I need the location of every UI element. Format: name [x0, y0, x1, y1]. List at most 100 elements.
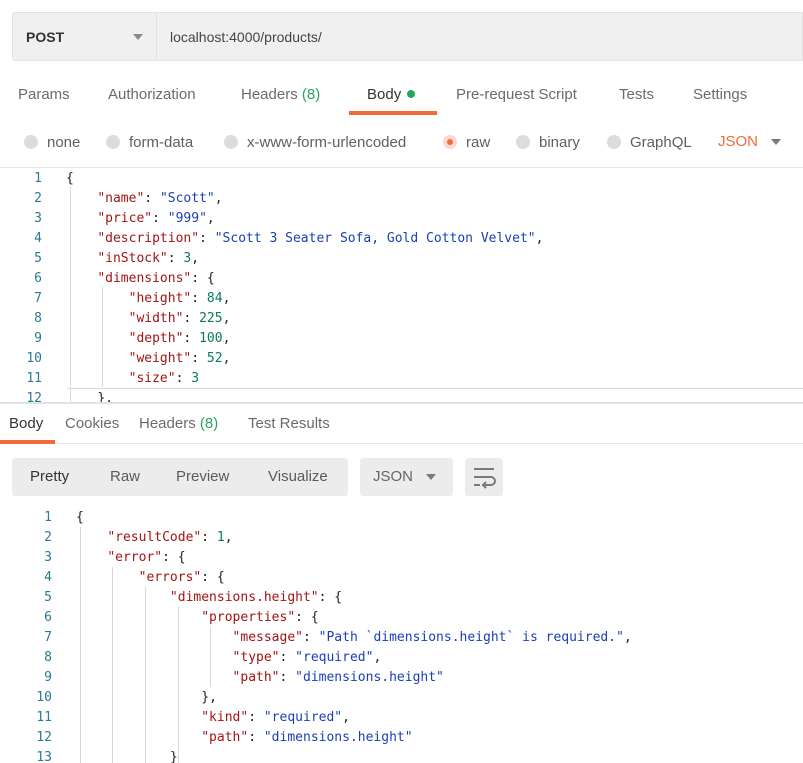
tab-authorization[interactable]: Authorization [108, 76, 196, 116]
wrap-lines-icon [474, 468, 496, 489]
wrap-lines-button[interactable] [465, 458, 503, 496]
code-text: "error": { [107, 550, 186, 565]
line-number: 1 [44, 510, 52, 525]
line-number: 8 [34, 311, 42, 326]
radio-x-www-form-urlencoded[interactable]: x-www-form-urlencoded [224, 126, 406, 158]
tab-label: Cookies [65, 415, 120, 432]
radio-raw[interactable]: raw [443, 126, 490, 158]
line-number: 1 [34, 171, 42, 186]
code-text: "height": 84, [128, 291, 231, 306]
view-pretty-button[interactable]: Pretty [30, 458, 69, 496]
active-response-tab-indicator [0, 440, 55, 444]
line-number: 6 [34, 271, 42, 286]
view-visualize-button[interactable]: Visualize [268, 458, 328, 496]
view-preview-button[interactable]: Preview [176, 458, 229, 496]
tab-tests[interactable]: Tests [619, 76, 654, 116]
radio-none[interactable]: none [24, 126, 80, 158]
code-line: 5 "inStock": 3, [0, 249, 803, 269]
radio-circle-icon [516, 135, 530, 149]
code-text: "name": "Scott", [97, 191, 223, 206]
tab-label: Pre-request Script [456, 86, 577, 103]
radio-label: x-www-form-urlencoded [247, 133, 407, 151]
code-line: 5 "dimensions.height": { [0, 588, 803, 608]
method-label: POST [26, 28, 65, 45]
code-text: "description": "Scott 3 Seater Sofa, Gol… [97, 231, 544, 246]
code-line: 7 "height": 84, [0, 289, 803, 309]
line-number: 2 [44, 530, 52, 545]
code-text: "weight": 52, [128, 351, 231, 366]
line-number: 7 [44, 630, 52, 645]
code-line: 9 "depth": 100, [0, 329, 803, 349]
tab-label: Body [367, 86, 402, 103]
tab-label: Tests [619, 86, 655, 103]
code-line: 12 "path": "dimensions.height" [0, 728, 803, 748]
response-tab-cookies[interactable]: Cookies [65, 404, 119, 444]
response-format-select[interactable]: JSON [360, 458, 453, 496]
radio-label: raw [466, 133, 491, 151]
code-line: 6 "dimensions": { [0, 269, 803, 289]
body-format-select[interactable]: JSON [718, 126, 758, 158]
tab-label: Headers [241, 86, 298, 103]
tab-body[interactable]: Body [367, 76, 416, 116]
radio-label: binary [539, 133, 580, 151]
code-text: "resultCode": 1, [107, 530, 233, 545]
code-text: { [66, 171, 74, 186]
tab-settings[interactable]: Settings [693, 76, 747, 116]
line-number: 10 [26, 351, 42, 366]
code-line: 10 }, [0, 688, 803, 708]
active-tab-indicator [349, 111, 437, 115]
line-number: 5 [34, 251, 42, 266]
chevron-down-icon [133, 34, 143, 40]
line-number: 4 [34, 231, 42, 246]
radio-form-data[interactable]: form-data [106, 126, 193, 158]
response-tab-test-results[interactable]: Test Results [248, 404, 330, 444]
line-number: 11 [36, 710, 52, 725]
code-line: 4 "errors": { [0, 568, 803, 588]
line-number: 3 [34, 211, 42, 226]
code-line: 3 "error": { [0, 548, 803, 568]
code-text: "path": "dimensions.height" [232, 670, 444, 685]
url-text: localhost:4000/products/ [170, 28, 322, 45]
code-text: "message": "Path `dimensions.height` is … [232, 630, 632, 645]
tab-label: Body [9, 415, 44, 432]
tab-label: Test Results [248, 415, 330, 432]
code-text: "path": "dimensions.height" [201, 730, 413, 745]
code-line: 7 "message": "Path `dimensions.height` i… [0, 628, 803, 648]
response-view-switcher: Pretty Raw Preview Visualize [12, 458, 348, 496]
tab-headers[interactable]: Headers (8) [241, 76, 320, 116]
response-body-viewer[interactable]: 1{2 "resultCode": 1, 3 "error": {4 "error… [0, 508, 803, 763]
code-text: "properties": { [201, 610, 319, 625]
code-line: 11 "kind": "required", [0, 708, 803, 728]
line-number: 3 [44, 550, 52, 565]
tab-count-badge: (8) [199, 415, 219, 432]
response-tab-body[interactable]: Body [9, 404, 43, 444]
tab-pre-request-script[interactable]: Pre-request Script [456, 76, 577, 116]
url-input[interactable]: localhost:4000/products/ [156, 12, 803, 61]
code-line: 8 "type": "required", [0, 648, 803, 668]
radio-circle-icon [224, 135, 238, 149]
method-select[interactable]: POST [12, 12, 156, 61]
radio-binary[interactable]: binary [516, 126, 580, 158]
radio-label: none [47, 133, 81, 151]
code-line: 8 "width": 225, [0, 309, 803, 329]
request-bar: POST localhost:4000/products/ [12, 12, 803, 61]
code-text: "type": "required", [232, 650, 382, 665]
code-text: "dimensions": { [97, 271, 215, 286]
request-body-editor[interactable]: 1{2 "name": "Scott", 3 "price": "999", 4 "… [0, 167, 803, 402]
radio-selected-icon [443, 135, 457, 149]
code-text: "inStock": 3, [97, 251, 200, 266]
line-number: 7 [34, 291, 42, 306]
tab-params[interactable]: Params [18, 76, 70, 116]
view-raw-button[interactable]: Raw [110, 458, 140, 496]
response-tab-headers[interactable]: Headers (8) [139, 404, 218, 444]
chevron-down-icon[interactable] [771, 139, 781, 145]
tab-count-badge: (8) [301, 86, 321, 103]
tab-label: Headers [139, 415, 196, 432]
code-text: } [169, 750, 178, 763]
line-number: 6 [44, 610, 52, 625]
code-text: { [76, 510, 84, 525]
tab-label: Settings [693, 86, 748, 103]
code-text: "dimensions.height": { [169, 590, 343, 605]
radio-graphql[interactable]: GraphQL [607, 126, 692, 158]
request-tabs: Params Authorization Headers (8) Body Pr… [0, 76, 803, 116]
